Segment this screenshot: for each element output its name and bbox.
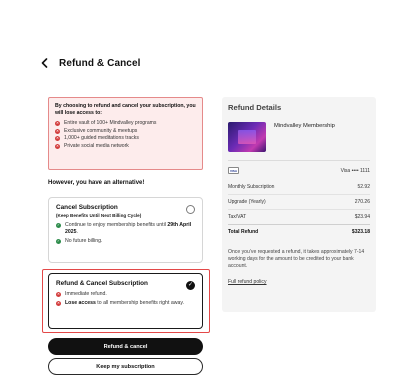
check-icon[interactable]: ✓	[186, 281, 195, 290]
product-name: Mindvalley Membership	[274, 123, 335, 129]
list-item: ✓ No future billing.	[56, 238, 195, 245]
loss-item-label: 1,000+ guided meditations tracks	[64, 135, 139, 141]
x-circle-icon: ✕	[55, 136, 60, 142]
line-item: Upgrade (Yearly) 270.26	[228, 194, 370, 209]
page-title: Refund & Cancel	[59, 57, 141, 69]
x-circle-icon: ✕	[56, 292, 61, 297]
check-circle-icon: ✓	[56, 223, 61, 228]
option-refund-and-cancel[interactable]: Refund & Cancel Subscription ✓ ✕ Immedia…	[48, 273, 203, 329]
payment-method-row: VISA Visa •••• 1111	[228, 167, 370, 174]
product-row: Mindvalley Membership	[228, 122, 370, 152]
option-subtitle: (Keep Benefits Until Next Billing Cycle)	[56, 213, 142, 218]
card-text: Visa •••• 1111	[340, 167, 370, 174]
warning-title: By choosing to refund and cancel your su…	[55, 103, 196, 116]
list-item: ✓ Continue to enjoy membership benefits …	[56, 222, 195, 236]
radio-button[interactable]	[186, 205, 195, 214]
divider	[228, 160, 370, 161]
check-circle-icon: ✓	[56, 239, 61, 244]
line-item: Tax/VAT $23.94	[228, 209, 370, 224]
page-header: Refund & Cancel	[40, 55, 141, 71]
option-cancel-subscription[interactable]: Cancel Subscription (Keep Benefits Until…	[48, 197, 203, 263]
refund-policy-link[interactable]: Full refund policy	[228, 279, 267, 285]
refund-and-cancel-button[interactable]: Refund & cancel	[48, 338, 203, 355]
benefit-text: No future billing.	[65, 238, 103, 244]
total-refund-row: Total Refund $323.18	[228, 224, 370, 239]
loss-text: Immediate refund.	[65, 291, 107, 297]
list-item: ✕ Private social media network	[55, 143, 196, 151]
loss-item-label: Entire vault of 100+ Mindvalley programs	[64, 120, 157, 126]
loss-item-label: Exclusive community & meetups	[64, 127, 138, 134]
product-thumbnail	[228, 122, 266, 152]
loss-item-label: Private social media network	[64, 142, 129, 149]
details-title: Refund Details	[228, 103, 282, 112]
refund-note: Once you’ve requested a refund, it takes…	[228, 249, 365, 269]
list-item: ✕ Immediate refund.	[56, 291, 195, 298]
line-item: Monthly Subscription 52.92	[228, 184, 370, 190]
option-title: Cancel Subscription	[56, 204, 118, 211]
keep-subscription-button[interactable]: Keep my subscription	[48, 358, 203, 375]
list-item: ✕ Lose access to all membership benefits…	[56, 300, 195, 307]
alternative-heading: However, you have an alternative!	[48, 180, 145, 186]
x-circle-icon: ✕	[55, 128, 60, 134]
visa-card-icon: VISA	[228, 167, 239, 174]
x-circle-icon: ✕	[55, 121, 60, 127]
loss-warning-box: By choosing to refund and cancel your su…	[48, 97, 203, 170]
benefit-text: Continue to enjoy membership benefits un…	[65, 222, 192, 235]
x-circle-icon: ✕	[55, 143, 60, 149]
list-item: ✕ Entire vault of 100+ Mindvalley progra…	[55, 120, 196, 128]
chevron-left-icon[interactable]	[40, 57, 49, 69]
option-title: Refund & Cancel Subscription	[56, 280, 148, 287]
x-circle-icon: ✕	[56, 301, 61, 306]
loss-text: Lose access to all membership benefits r…	[65, 300, 184, 306]
list-item: ✕ 1,000+ guided meditations tracks	[55, 135, 196, 143]
refund-details-panel: Refund Details Mindvalley Membership VIS…	[222, 97, 376, 312]
list-item: ✕ Exclusive community & meetups	[55, 128, 196, 136]
